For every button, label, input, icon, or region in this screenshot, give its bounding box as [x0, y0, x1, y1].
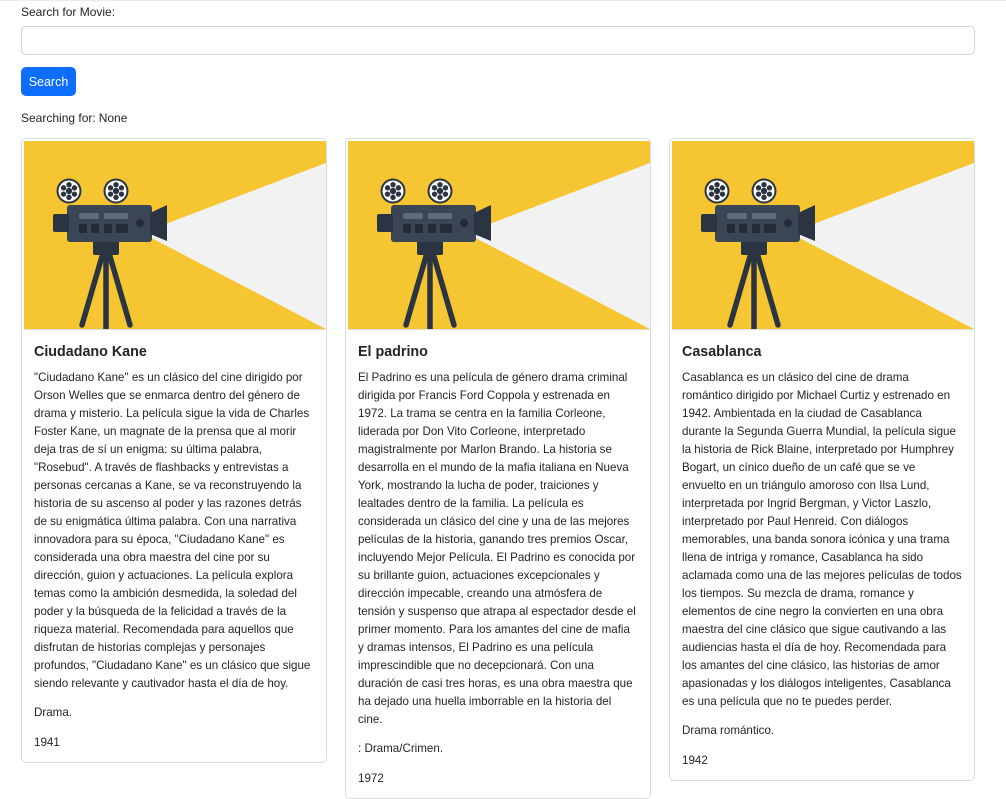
movie-year: 1972 [358, 772, 384, 785]
movie-title: El padrino [358, 344, 428, 360]
search-label: Search for Movie: [21, 5, 116, 19]
search-button[interactable]: Search [21, 67, 76, 96]
movie-camera-on-tripod-icon [24, 141, 326, 330]
movie-card-body: Casablanca Casablanca es un clásico del … [670, 330, 974, 780]
movie-year: 1941 [34, 736, 60, 749]
search-input[interactable] [21, 26, 975, 55]
movie-card: El padrino El Padrino es una película de… [345, 138, 651, 799]
search-status-label: Searching for: [21, 111, 96, 125]
search-status-value: None [98, 111, 128, 125]
movie-description: "Ciudadano Kane" es un clásico del cine … [34, 371, 311, 690]
movie-genre: : Drama/Crimen. [358, 742, 444, 755]
movie-card: Casablanca Casablanca es un clásico del … [669, 138, 975, 781]
movie-card-body: El padrino El Padrino es una película de… [346, 330, 650, 798]
movie-description: El Padrino es una película de género dra… [358, 371, 636, 726]
movie-genre: Drama. [34, 706, 73, 719]
movie-title: Casablanca [682, 344, 762, 360]
movie-genre: Drama romántico. [682, 724, 775, 737]
movie-camera-on-tripod-icon [672, 141, 974, 330]
movie-description: Casablanca es un clásico del cine de dra… [682, 371, 962, 708]
search-status: Searching for: None [21, 111, 127, 125]
movie-card: Ciudadano Kane "Ciudadano Kane" es un cl… [21, 138, 327, 763]
movie-card-body: Ciudadano Kane "Ciudadano Kane" es un cl… [22, 330, 326, 762]
top-divider [0, 0, 1006, 1]
movie-camera-on-tripod-icon [348, 141, 650, 330]
movie-year: 1942 [682, 754, 708, 767]
movie-title: Ciudadano Kane [34, 344, 147, 360]
